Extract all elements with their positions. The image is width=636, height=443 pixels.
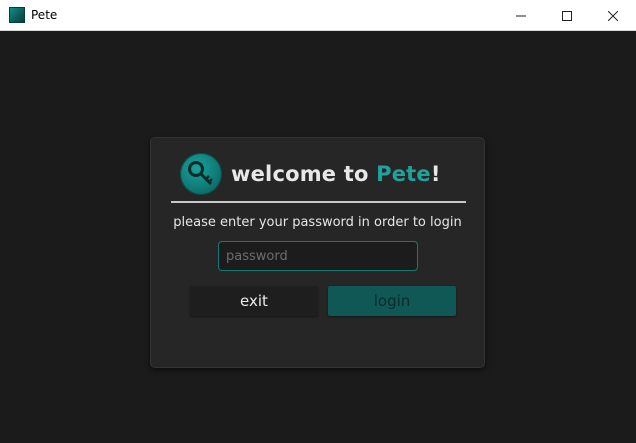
- maximize-icon: [562, 10, 572, 21]
- minimize-icon: [516, 15, 526, 16]
- window-controls: [498, 0, 636, 31]
- minimize-button[interactable]: [498, 0, 544, 31]
- password-input[interactable]: [218, 241, 418, 271]
- window-titlebar: Pete: [0, 0, 636, 31]
- welcome-prefix: welcome to: [231, 162, 377, 186]
- window-content: welcome to Pete ! please enter your pass…: [0, 32, 636, 443]
- welcome-heading: welcome to Pete !: [231, 162, 441, 186]
- header-divider: [171, 201, 466, 203]
- instruction-text: please enter your password in order to l…: [173, 215, 462, 230]
- exit-button[interactable]: exit: [190, 286, 318, 316]
- login-header: welcome to Pete !: [180, 152, 441, 196]
- logo: [180, 153, 222, 195]
- login-card: welcome to Pete ! please enter your pass…: [150, 137, 485, 368]
- maximize-button[interactable]: [544, 0, 590, 31]
- welcome-suffix: !: [430, 162, 441, 186]
- close-icon: [608, 10, 618, 21]
- brand-name: Pete: [376, 162, 431, 186]
- app-icon: [9, 7, 25, 23]
- window-title: Pete: [31, 8, 58, 22]
- key-icon: [188, 161, 213, 186]
- close-button[interactable]: [590, 0, 636, 31]
- login-button[interactable]: login: [328, 286, 456, 316]
